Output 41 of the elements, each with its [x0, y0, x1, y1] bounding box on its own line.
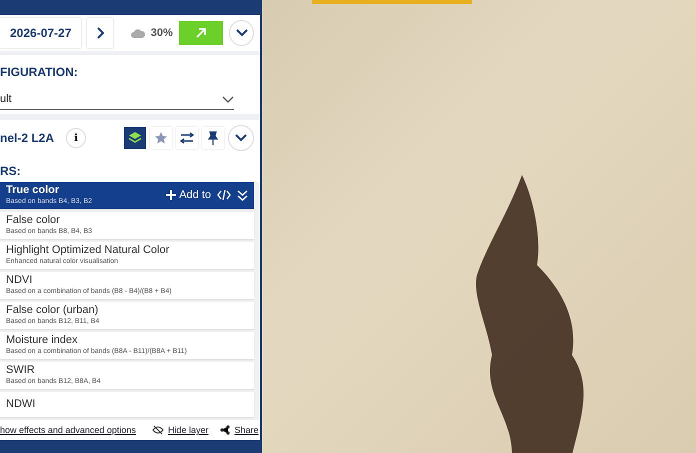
- datasource-name: nel-2 L2A: [0, 131, 54, 145]
- configuration-dropdown[interactable]: ult: [0, 89, 234, 110]
- layer-title: SWIR: [6, 364, 36, 377]
- add-to-button[interactable]: Add to: [166, 189, 211, 201]
- cloud-icon: [130, 28, 145, 38]
- layer-item[interactable]: NDWI: [0, 392, 254, 417]
- layer-title: Highlight Optimized Natural Color: [6, 244, 170, 257]
- pin-icon: [208, 131, 218, 145]
- arrow-icon: [196, 28, 206, 38]
- layers-button[interactable]: [124, 127, 146, 149]
- star-icon: [154, 131, 168, 145]
- chevron-right-icon: [96, 27, 104, 39]
- layer-title: True color: [6, 184, 60, 197]
- plus-icon: [166, 190, 176, 200]
- layer-title: False color (urban): [6, 304, 100, 317]
- share-link[interactable]: Share: [234, 425, 258, 435]
- section-heading: RS:: [0, 156, 260, 182]
- next-date-button[interactable]: [87, 18, 113, 48]
- date-field[interactable]: 2026-07-27: [0, 18, 82, 48]
- info-button[interactable]: i: [66, 128, 86, 148]
- chevron-down-icon: [222, 96, 234, 102]
- collapse-button[interactable]: [229, 20, 254, 46]
- pin-button[interactable]: [202, 127, 224, 149]
- share-icon: [220, 425, 230, 435]
- layers-icon: [128, 131, 142, 145]
- advanced-options-link[interactable]: how effects and advanced options: [0, 425, 136, 435]
- section-heading: FIGURATION:: [0, 65, 79, 79]
- code-icon[interactable]: [217, 190, 231, 200]
- expand-button[interactable]: [228, 125, 254, 151]
- layer-title: NDWI: [6, 398, 36, 410]
- layer-title: Moisture index: [6, 334, 79, 347]
- chevron-down-icon: [236, 29, 248, 37]
- double-chevron-icon[interactable]: [237, 190, 248, 200]
- chevron-down-icon: [235, 134, 247, 142]
- layer-title: NDVI: [6, 274, 34, 287]
- eye-slash-icon: [152, 425, 164, 435]
- swap-arrows-icon: [180, 132, 194, 144]
- layer-title: False color: [6, 214, 61, 227]
- cloud-cover-value: 30%: [150, 27, 173, 39]
- compare-button[interactable]: [176, 127, 198, 149]
- hide-layer-link[interactable]: Hide layer: [168, 425, 208, 435]
